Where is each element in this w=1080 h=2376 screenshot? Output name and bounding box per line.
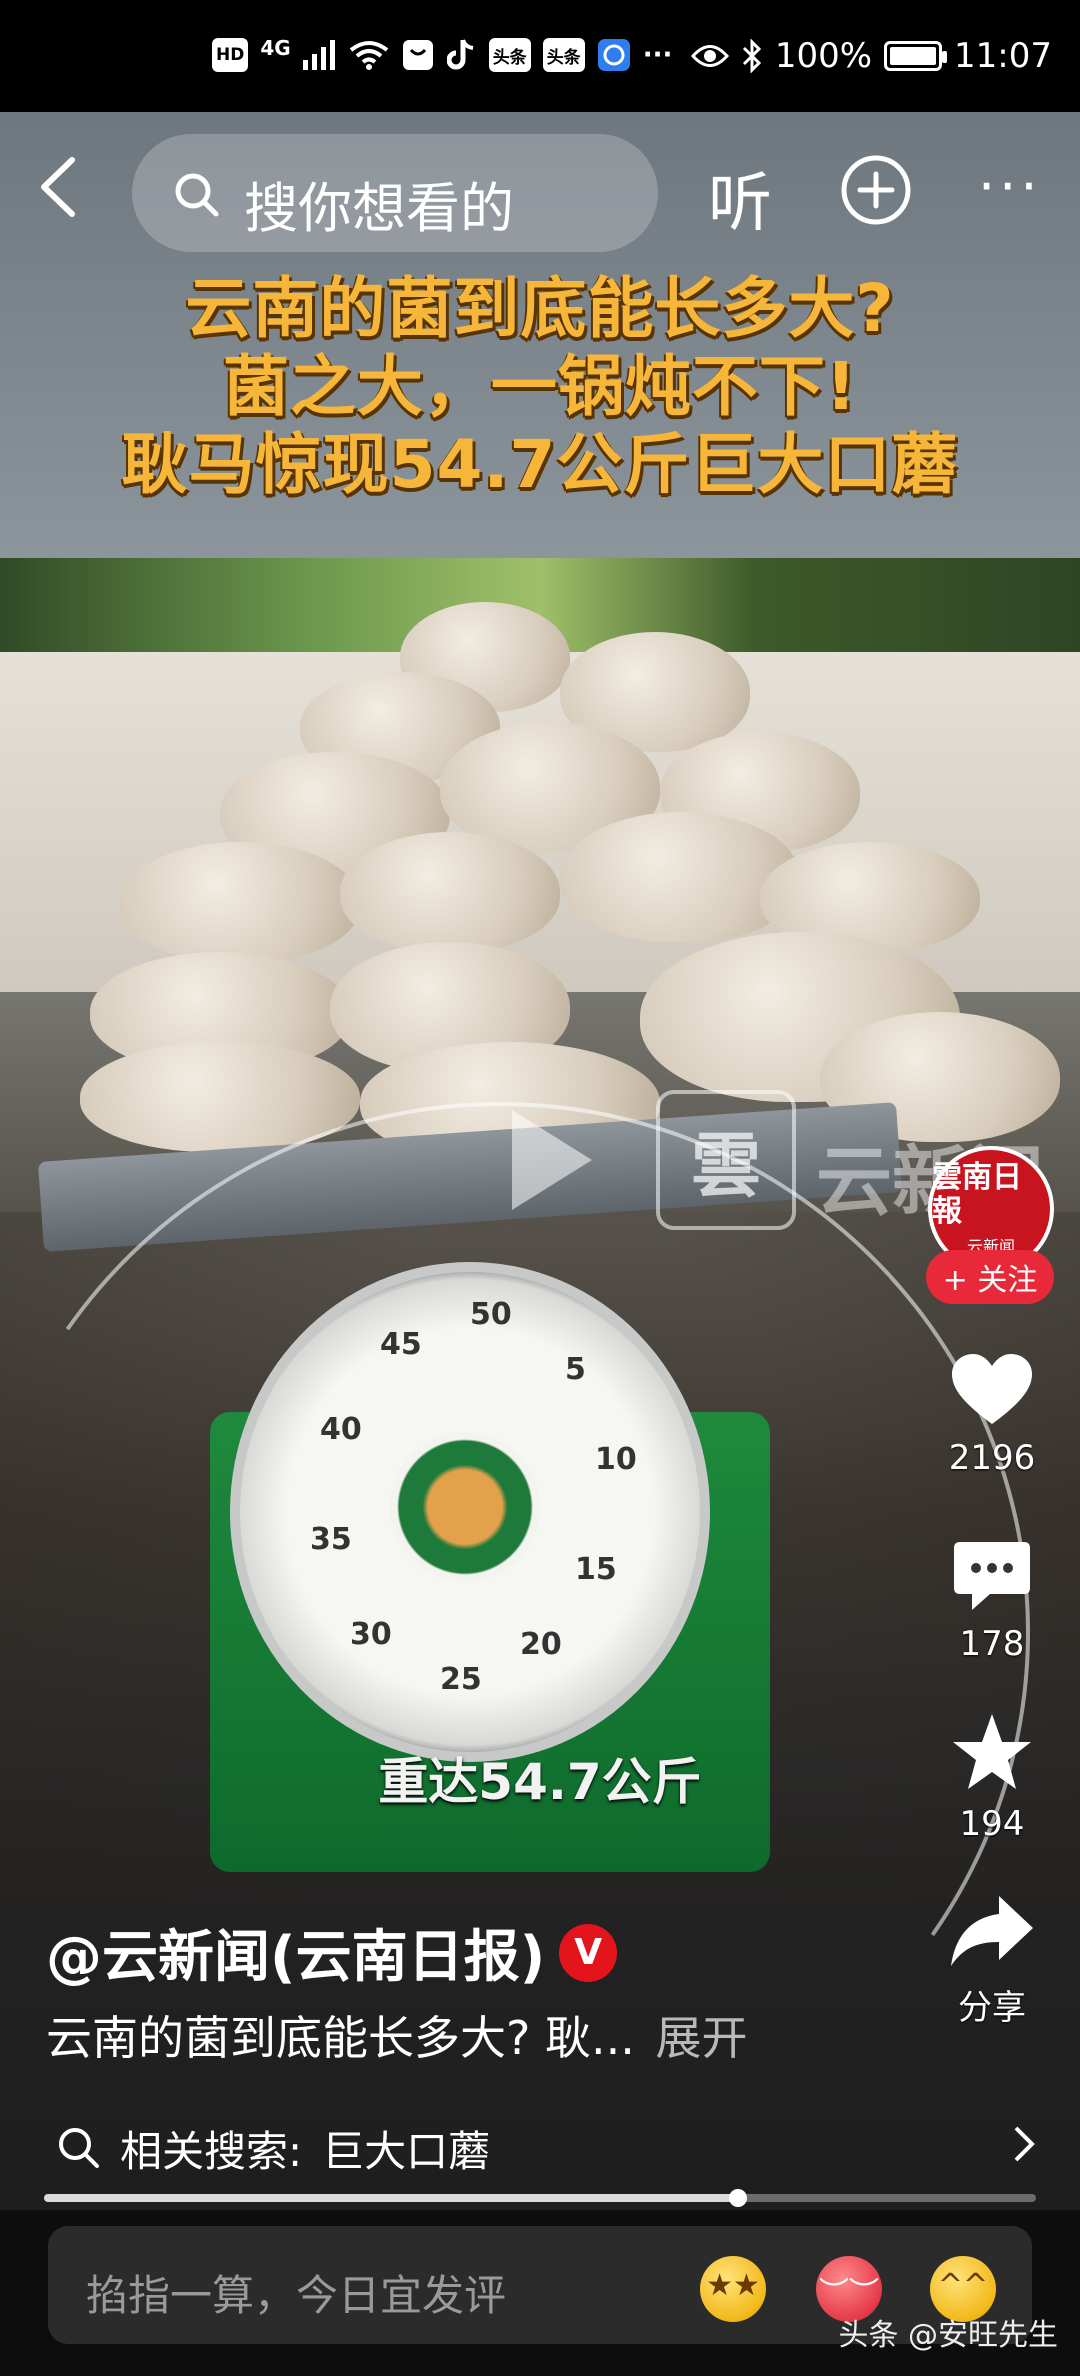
video-progress-bar[interactable] [44,2189,1036,2207]
favorite-count: 194 [959,1804,1025,1844]
progress-fill [44,2194,739,2202]
headline-line-2: 菌之大，一锅炖不下! [222,348,858,425]
star-eyes-emoji-icon[interactable]: ★★ [700,2256,766,2322]
browser-icon [597,39,630,71]
yunnews-logo-watermark: 雲 [656,1090,796,1230]
status-bar: HD 4G 头条 头条 ··· 100% 11:07 [0,0,1080,112]
toutiao-icon-2: 头条 [542,38,585,72]
share-arrow-icon [951,1896,1033,1966]
heart-icon [952,1354,1032,1424]
signal-icon [302,40,335,70]
post-description[interactable]: 云南的菌到底能长多大? 耿... 展开 [46,2002,748,2068]
description-text: 云南的菌到底能长多大? 耿... [46,2011,635,2065]
more-options-button[interactable]: ··· [978,160,1042,214]
headline-line-1: 云南的菌到底能长多大? [185,270,895,347]
toutiao-watermark: 头条 @安旺先生 [838,2318,1058,2353]
search-placeholder: 搜你想看的 [244,177,514,240]
toutiao-icon: 头条 [488,38,531,72]
video-caption: 重达54.7公斤 [378,1753,702,1811]
follow-button[interactable]: + 关注 [926,1250,1054,1304]
related-search-term: 巨大口蘑 [322,2126,491,2176]
comment-bubble-icon [954,1542,1030,1610]
top-bar: 搜你想看的 听 ··· [0,130,1080,252]
back-arrow-icon[interactable] [26,152,96,222]
video-headline: 云南的菌到底能长多大? 菌之大，一锅炖不下! 耿马惊现54.7公斤巨大口蘑 [0,270,1080,504]
listen-button[interactable]: 听 [708,152,772,244]
star-icon [953,1714,1031,1789]
comment-count: 178 [959,1624,1025,1664]
battery-percent: 100% [774,36,873,76]
plus-circle-icon[interactable] [840,154,912,226]
like-button[interactable]: 2196 [930,1352,1054,1478]
headline-line-3: 耿马惊现54.7公斤巨大口蘑 [121,426,959,503]
hd-indicator: HD [212,38,249,72]
expand-link[interactable]: 展开 [656,2011,748,2065]
chevron-right-icon [1014,2126,1035,2162]
verified-badge: V [559,1923,618,1982]
author-handle: @云新闻(云南日报) [46,1925,546,1990]
avatar-title: 雲南日報 [932,1160,1022,1229]
related-search-prefix: 相关搜索: [120,2126,303,2176]
comment-button[interactable]: 178 [930,1540,1054,1664]
share-button[interactable]: 分享 [930,1892,1054,2029]
author-name[interactable]: @云新闻(云南日报) V [46,1912,618,1993]
network-label: 4G [260,36,291,60]
wifi-icon [349,41,388,70]
status-right-icons: 100% 11:07 [690,36,1052,76]
favorite-button[interactable]: 194 [930,1710,1054,1844]
comment-placeholder: 掐指一算，今日宜发评 [86,2271,507,2320]
search-icon [59,2128,99,2168]
bluetooth-icon [742,39,761,73]
status-left-icons: HD 4G 头条 头条 ··· [212,36,673,72]
battery-icon [884,41,948,71]
tiktok-icon [446,39,474,70]
related-search[interactable]: 相关搜索: 巨大口蘑 [56,2118,1036,2178]
eye-icon [690,45,729,67]
search-box[interactable]: 搜你想看的 [132,134,658,252]
search-icon [175,173,219,217]
clock: 11:07 [954,36,1052,76]
more-notifications-icon: ··· [642,40,673,70]
share-label: 分享 [958,1988,1026,2028]
play-icon[interactable] [494,1100,604,1220]
shopping-bag-icon [402,40,433,70]
like-count: 2196 [948,1438,1036,1478]
